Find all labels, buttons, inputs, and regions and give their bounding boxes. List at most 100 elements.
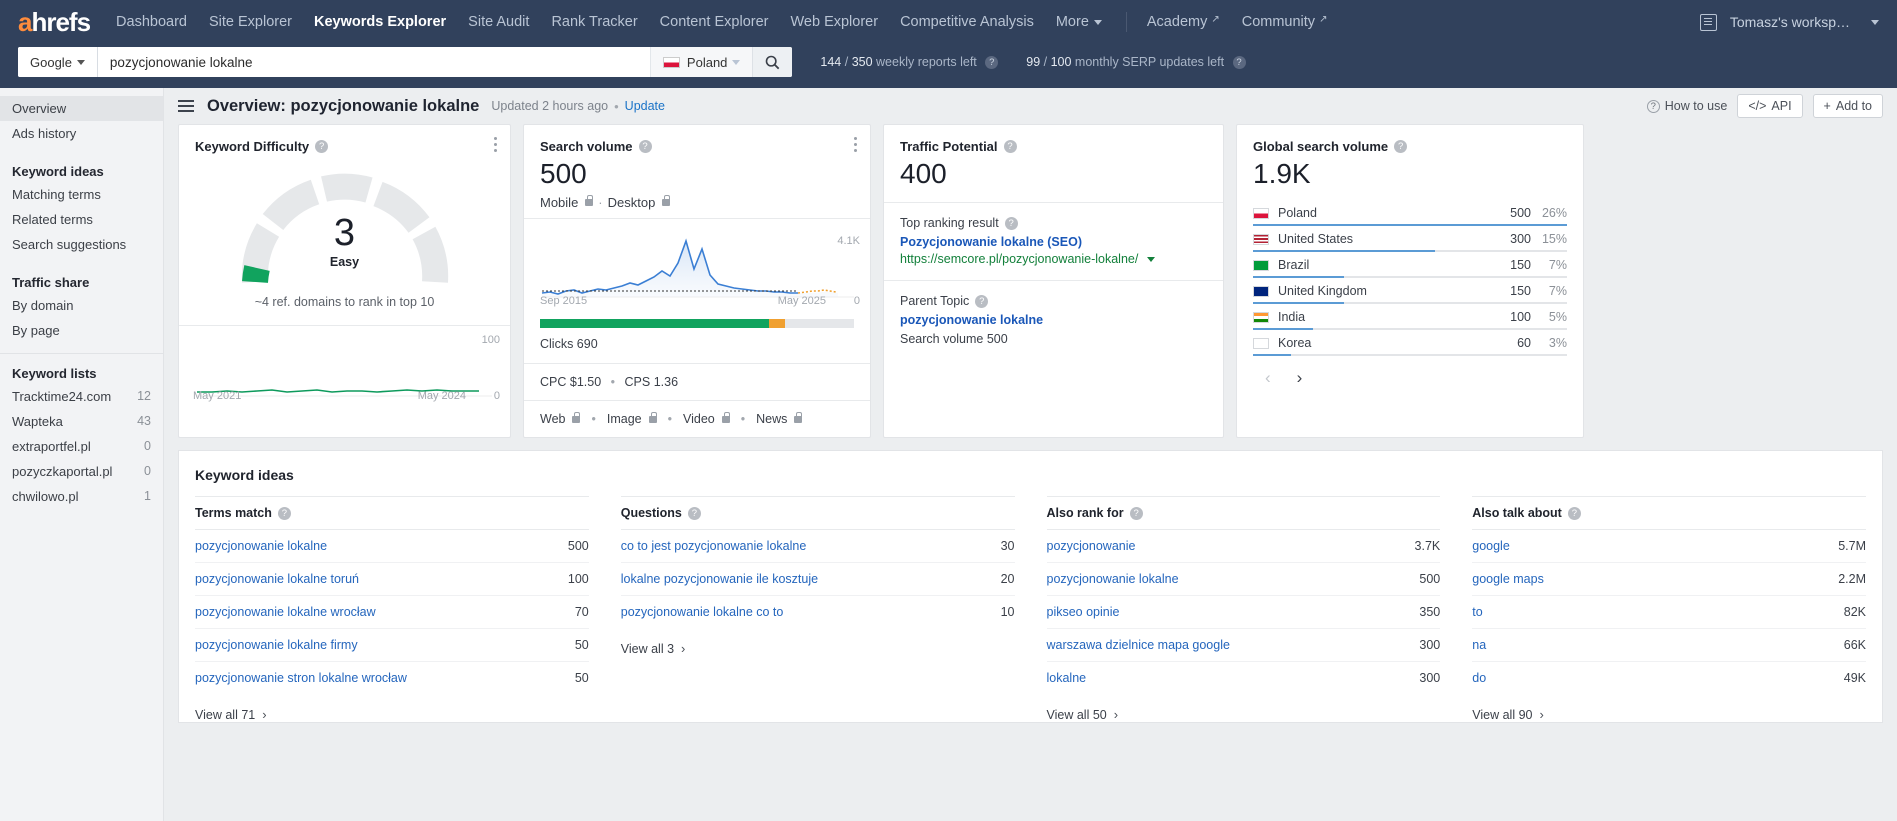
list-name: chwilowo.pl: [12, 489, 79, 504]
keyword-link[interactable]: pozycjonowanie lokalne wrocław: [195, 605, 376, 619]
tp-parent-topic[interactable]: pozycjonowanie lokalne: [900, 313, 1207, 327]
sidebar-group-keyword-ideas: Keyword ideas: [12, 164, 104, 179]
help-icon[interactable]: ?: [1394, 140, 1408, 153]
keyword-link[interactable]: na: [1472, 638, 1486, 652]
workspace-name[interactable]: Tomasz's worksp…: [1730, 14, 1850, 30]
help-icon[interactable]: ?: [315, 140, 329, 153]
chevron-right-icon: ›: [681, 641, 686, 657]
nav-web-explorer[interactable]: Web Explorer: [790, 14, 878, 30]
help-icon[interactable]: ?: [1003, 140, 1017, 153]
prev-page-icon[interactable]: ‹: [1265, 368, 1271, 388]
nav-competitive-analysis[interactable]: Competitive Analysis: [900, 14, 1034, 30]
nav-academy[interactable]: Academy ↗: [1147, 14, 1220, 30]
workspace-chevron-down-icon[interactable]: [1871, 19, 1879, 25]
keyword-link[interactable]: pozycjonowanie lokalne co to: [621, 605, 784, 619]
help-icon[interactable]: ?: [1004, 216, 1018, 230]
table-row: pozycjonowanie lokalne 500: [1046, 563, 1441, 597]
ahrefs-logo[interactable]: ahrefs: [18, 7, 91, 38]
india-flag-icon: [1253, 311, 1269, 323]
keyword-link[interactable]: pozycjonowanie: [1047, 539, 1136, 553]
country-name: United Kingdom: [1278, 284, 1367, 299]
column-header-label: Also rank for: [1046, 506, 1124, 521]
view-all-questions[interactable]: View all 3 ›: [621, 628, 1015, 656]
sidebar-list-item[interactable]: Tracktime24.com 12: [0, 384, 163, 409]
sidebar-list-item[interactable]: pozyczkaportal.pl 0: [0, 459, 163, 484]
sidebar-item-related-terms[interactable]: Related terms: [0, 207, 163, 232]
chevron-right-icon: ›: [262, 707, 267, 723]
nav-more[interactable]: More: [1056, 14, 1102, 30]
tp-top-ranking-url-row[interactable]: https://semcore.pl/pozycjonowanie-lokaln…: [900, 252, 1207, 266]
help-icon[interactable]: ?: [985, 56, 999, 70]
sv-kebab-menu-icon[interactable]: [854, 137, 858, 155]
list-count: 12: [137, 389, 151, 403]
help-icon[interactable]: ?: [975, 294, 989, 308]
keyword-link[interactable]: do: [1472, 671, 1486, 685]
search-button[interactable]: [752, 47, 793, 77]
sidebar-item-ads-history[interactable]: Ads history: [0, 121, 163, 146]
tp-top-ranking-title[interactable]: Pozycjonowanie lokalne (SEO): [900, 235, 1207, 249]
view-all-also-talk-about[interactable]: View all 90 ›: [1472, 694, 1866, 722]
help-icon[interactable]: ?: [1232, 56, 1246, 70]
sidebar-list-item[interactable]: chwilowo.pl 1: [0, 484, 163, 509]
sidebar-item-matching-terms[interactable]: Matching terms: [0, 182, 163, 207]
kd-history-chart: 100 May 2021 May 2024 0: [179, 326, 510, 408]
keyword-link[interactable]: warszawa dzielnice mapa google: [1047, 638, 1230, 652]
search-volume-card: Search volume ? 500 Mobile · Desktop 4.1…: [523, 124, 871, 439]
keyword-link[interactable]: co to jest pozycjonowanie lokalne: [621, 539, 807, 553]
nav-community[interactable]: Community ↗: [1242, 14, 1328, 30]
nav-site-audit[interactable]: Site Audit: [468, 14, 529, 30]
sidebar-item-by-domain[interactable]: By domain: [0, 293, 163, 318]
keyword-link[interactable]: to: [1472, 605, 1482, 619]
keyword-volume: 82K: [1843, 605, 1866, 620]
keyword-link[interactable]: pikseo opinie: [1047, 605, 1120, 619]
keyword-link[interactable]: google maps: [1472, 572, 1544, 586]
nav-rank-tracker[interactable]: Rank Tracker: [551, 14, 637, 30]
search-engine-select[interactable]: Google: [18, 47, 98, 77]
help-icon[interactable]: ?: [1129, 506, 1143, 520]
kd-kebab-menu-icon[interactable]: [494, 137, 498, 155]
nav-dashboard[interactable]: Dashboard: [116, 14, 187, 30]
sidebar-item-by-page[interactable]: By page: [0, 318, 163, 343]
keyword-link[interactable]: pozycjonowanie lokalne firmy: [195, 638, 358, 652]
keyword-link[interactable]: pozycjonowanie stron lokalne wrocław: [195, 671, 407, 685]
country-select[interactable]: Poland: [649, 47, 753, 77]
sidebar-item-overview[interactable]: Overview: [0, 96, 163, 121]
view-all-label: View all 50: [1046, 707, 1107, 722]
sidebar-list-item[interactable]: extraportfel.pl 0: [0, 434, 163, 459]
help-icon[interactable]: ?: [638, 140, 652, 153]
add-to-button[interactable]: + Add to: [1812, 94, 1883, 118]
notes-icon[interactable]: [1699, 13, 1717, 31]
view-all-also-rank-for[interactable]: View all 50 ›: [1047, 694, 1441, 722]
keyword-link[interactable]: pozycjonowanie lokalne toruń: [195, 572, 359, 586]
help-icon[interactable]: ?: [277, 506, 291, 520]
page-title: Overview: pozycjonowanie lokalne: [207, 96, 480, 115]
api-button[interactable]: </> API: [1737, 94, 1803, 118]
sidebar-list-item[interactable]: Wapteka 43: [0, 409, 163, 434]
keyword-ideas-column-also-talk-about: Also talk about ? google 5.7M google map…: [1456, 496, 1882, 722]
search-input[interactable]: [97, 47, 650, 77]
country-name: Poland: [1278, 206, 1317, 221]
keyword-volume: 49K: [1843, 671, 1866, 686]
how-to-use-button[interactable]: ? How to use: [1646, 99, 1727, 113]
chevron-down-icon[interactable]: [1146, 257, 1155, 263]
nav-keywords-explorer[interactable]: Keywords Explorer: [314, 14, 446, 30]
country-name: Korea: [1278, 336, 1312, 351]
help-icon[interactable]: ?: [1567, 506, 1581, 520]
view-all-terms-match[interactable]: View all 71 ›: [195, 694, 589, 722]
list-count: 43: [137, 414, 151, 428]
menu-toggle-icon[interactable]: [178, 100, 194, 112]
update-link[interactable]: Update: [625, 99, 665, 113]
sidebar-item-search-suggestions[interactable]: Search suggestions: [0, 232, 163, 257]
country-name: Brazil: [1278, 258, 1310, 273]
nav-site-explorer[interactable]: Site Explorer: [209, 14, 292, 30]
country-bar: [1253, 276, 1567, 279]
kd-axis-start: May 2021: [193, 390, 242, 402]
help-icon[interactable]: ?: [687, 506, 701, 520]
keyword-link[interactable]: pozycjonowanie lokalne: [195, 539, 327, 553]
next-page-icon[interactable]: ›: [1297, 368, 1303, 388]
keyword-link[interactable]: lokalne pozycjonowanie ile kosztuje: [621, 572, 818, 586]
keyword-link[interactable]: lokalne: [1047, 671, 1087, 685]
keyword-link[interactable]: pozycjonowanie lokalne: [1047, 572, 1179, 586]
keyword-link[interactable]: google: [1472, 539, 1510, 553]
nav-content-explorer[interactable]: Content Explorer: [660, 14, 769, 30]
